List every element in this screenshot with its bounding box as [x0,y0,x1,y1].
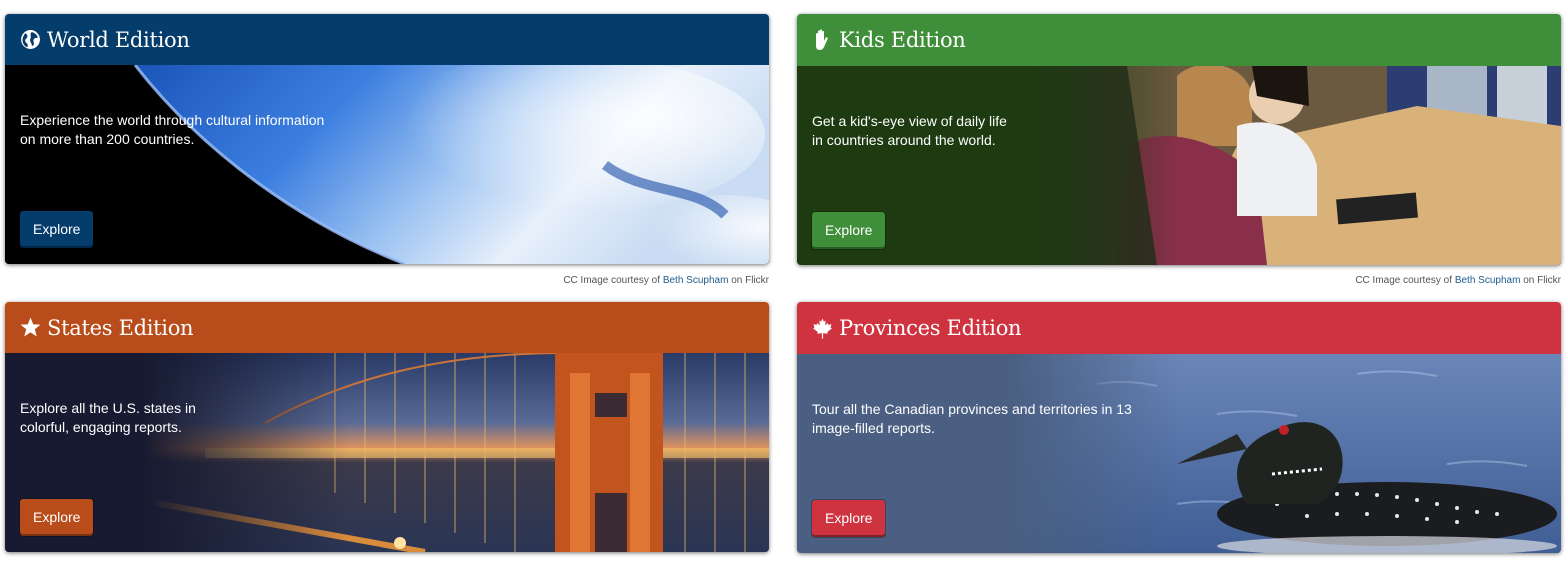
card-description: Get a kid's-eye view of daily life in co… [812,113,1007,148]
states-edition-card: States Edition Explore all the U.S. stat… [5,302,769,552]
star-icon [19,317,41,339]
credit-author-link[interactable]: Beth Scupham [663,275,729,286]
loon-photo [797,354,1561,553]
bridge-photo [5,353,769,552]
image-credit: CC Image courtesy of Beth Scupham on Fli… [563,275,769,286]
explore-button[interactable]: Explore [812,212,886,249]
card-title: World Edition [47,27,190,52]
card-image: Explore all the U.S. states in colorful,… [5,353,769,552]
kids-photo [797,66,1561,265]
card-header: States Edition [5,302,769,353]
world-edition-card: World Edition Experience the world throu… [5,14,769,264]
card-title: States Edition [47,315,194,340]
card-description: Tour all the Canadian provinces and terr… [812,401,1132,436]
maple-leaf-icon [811,317,833,339]
card-description: Explore all the U.S. states in colorful,… [20,400,196,435]
card-description: Experience the world through cultural in… [20,112,325,147]
provinces-edition-card: Provinces Edition Tour all the Canadian … [797,302,1561,553]
card-image: Experience the world through cultural in… [5,65,769,264]
card-image: Get a kid's-eye view of daily life in co… [797,66,1561,265]
image-credit: CC Image courtesy of Beth Scupham on Fli… [1355,275,1561,286]
earth-photo [5,65,769,264]
explore-button[interactable]: Explore [20,211,94,248]
card-header: World Edition [5,14,769,65]
globe-icon [19,29,41,51]
explore-button[interactable]: Explore [20,499,94,536]
card-image: Tour all the Canadian provinces and terr… [797,354,1561,553]
kids-edition-card: Kids Edition Get a kid's-eye view of dai… [797,14,1561,265]
card-header: Provinces Edition [797,302,1561,354]
hand-icon [811,29,833,51]
credit-author-link[interactable]: Beth Scupham [1455,275,1521,286]
card-header: Kids Edition [797,14,1561,66]
explore-button[interactable]: Explore [812,500,886,537]
card-title: Kids Edition [839,28,966,52]
card-title: Provinces Edition [839,316,1022,340]
